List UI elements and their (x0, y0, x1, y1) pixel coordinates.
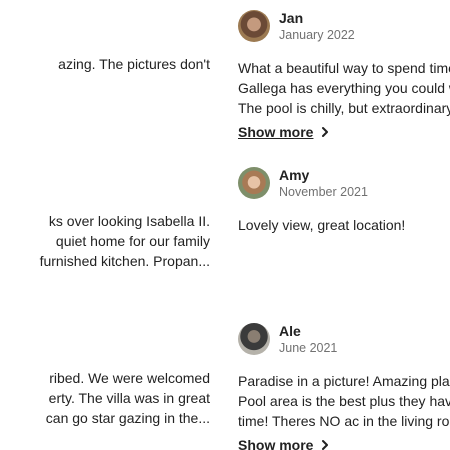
show-more-label: Show more (238, 124, 314, 140)
reviews-page: azing. The pictures don't ks over lookin… (0, 0, 450, 450)
avatar[interactable] (238, 167, 270, 199)
review-line: can go star gazing in the... (45, 410, 210, 426)
review-line: Lovely view, great location! (238, 217, 406, 233)
review-line: quiet home for our family (55, 233, 210, 249)
right-reviews-column: Jan January 2022 What a beautiful way to… (238, 0, 450, 450)
review-line: erty. The villa was in great (48, 390, 210, 406)
review-line: The pool is chilly, but extraordinary, a (238, 100, 450, 116)
review-line: Paradise in a picture! Amazing place! (238, 373, 450, 389)
review-date: November 2021 (279, 184, 368, 199)
review-text: Lovely view, great location! (238, 215, 450, 235)
review-line: time! Theres NO ac in the living room (238, 413, 450, 429)
review-card: Amy November 2021 Lovely view, great loc… (238, 166, 450, 235)
avatar[interactable] (238, 10, 270, 42)
show-more-label: Show more (238, 437, 314, 450)
show-more-button[interactable]: Show more (238, 437, 331, 450)
show-more-button[interactable]: Show more (238, 124, 331, 140)
review-text-partial: ribed. We were welcomed erty. The villa … (0, 368, 210, 428)
reviewer-name: Jan (279, 9, 304, 26)
review-line: What a beautiful way to spend time o (238, 60, 450, 76)
review-date: June 2021 (279, 340, 338, 355)
review-text-partial: ks over looking Isabella II. quiet home … (0, 211, 210, 271)
review-line: ks over looking Isabella II. (48, 213, 210, 229)
review-text: What a beautiful way to spend time o Gal… (238, 58, 450, 118)
review-card: Jan January 2022 What a beautiful way to… (238, 9, 450, 142)
left-reviews-column: azing. The pictures don't ks over lookin… (0, 0, 210, 450)
chevron-right-icon (322, 127, 329, 137)
review-header: Jan January 2022 (238, 9, 450, 43)
review-date: January 2022 (279, 27, 355, 42)
review-line: ribed. We were welcomed (49, 370, 210, 386)
review-line: azing. The pictures don't (58, 56, 210, 72)
reviewer-name: Amy (279, 166, 310, 183)
review-header: Amy November 2021 (238, 166, 450, 200)
review-line: Pool area is the best plus they have a (238, 393, 450, 409)
review-line: furnished kitchen. Propan... (39, 253, 210, 269)
avatar[interactable] (238, 323, 270, 355)
review-card: Ale June 2021 Paradise in a picture! Ama… (238, 322, 450, 450)
review-text-partial: azing. The pictures don't (0, 54, 210, 74)
review-text: Paradise in a picture! Amazing place! Po… (238, 371, 450, 431)
reviewer-name: Ale (279, 322, 301, 339)
review-line: Gallega has everything you could wa (238, 80, 450, 96)
review-header: Ale June 2021 (238, 322, 450, 356)
chevron-right-icon (322, 440, 329, 450)
